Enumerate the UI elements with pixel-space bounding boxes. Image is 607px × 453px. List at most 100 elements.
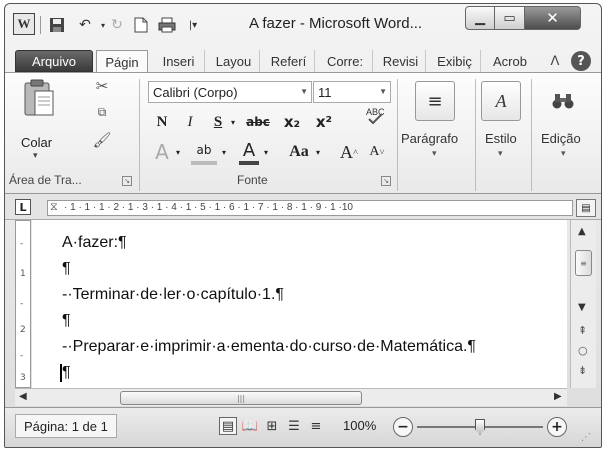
tab-home[interactable]: Págin (96, 50, 148, 73)
scroll-right-icon[interactable]: ▶ (554, 391, 562, 402)
change-case-dropdown-icon[interactable]: ▾ (313, 139, 323, 165)
text-effects-button[interactable]: A (151, 139, 173, 165)
binoculars-icon[interactable] (543, 81, 583, 121)
subscript-button[interactable]: x₂ (281, 111, 303, 133)
superscript-button[interactable]: x² (313, 111, 335, 133)
vertical-scroll-thumb[interactable]: ≡ (575, 250, 592, 276)
editing-dropdown-icon[interactable]: ▾ (561, 149, 566, 159)
title-bar: W ↶ ▾ ↻ |▾ A fazer - Microsoft Word... ▁… (5, 4, 601, 46)
view-ruler-icon[interactable]: ▤ (576, 199, 596, 217)
font-size-combo[interactable]: 11 ▼ (313, 81, 391, 103)
new-document-icon[interactable] (131, 15, 151, 35)
bold-button[interactable]: N (153, 111, 171, 133)
styles-icon[interactable]: A (481, 81, 521, 121)
styles-button[interactable]: Estilo (485, 131, 517, 146)
document-line[interactable]: ¶ (62, 312, 71, 330)
font-color-button[interactable]: A (239, 139, 259, 165)
tab-references[interactable]: Referí (263, 50, 315, 72)
copy-icon[interactable]: ⧉ (93, 103, 111, 121)
italic-button[interactable]: I (181, 111, 199, 133)
scroll-up-icon[interactable]: ▲ (578, 226, 586, 237)
scroll-down-icon[interactable]: ▼ (578, 302, 586, 313)
maximize-button[interactable]: ▭ (495, 6, 525, 30)
tab-insert[interactable]: Inseri (153, 50, 205, 72)
close-button[interactable]: ✕ (525, 6, 581, 30)
change-case-button[interactable]: Aa (285, 139, 313, 165)
horizontal-scroll-thumb[interactable]: ||| (120, 391, 362, 405)
paste-icon[interactable] (23, 79, 55, 119)
draft-view-icon[interactable]: ≡ (307, 417, 325, 435)
zoom-out-icon[interactable]: − (393, 417, 413, 437)
format-painter-icon[interactable]: 🖌 (92, 131, 111, 149)
document-line[interactable]: ¶ (62, 260, 71, 278)
document-line[interactable]: -·Preparar·e·imprimir·a·ementa·do·curso·… (62, 338, 476, 356)
next-page-icon[interactable]: ⇟ (578, 364, 587, 377)
paragraph-button[interactable]: Parágrafo (401, 131, 458, 146)
previous-page-icon[interactable]: ⇞ (578, 324, 587, 337)
paragraph-dropdown-icon[interactable]: ▾ (432, 149, 437, 159)
highlight-button[interactable]: ab (191, 139, 217, 165)
zoom-slider-thumb[interactable] (475, 419, 485, 435)
clear-formatting-icon[interactable]: ABC (363, 105, 387, 127)
horizontal-scrollbar[interactable]: ◀ ||| ▶ (15, 388, 567, 406)
grow-font-button[interactable]: A ˄ (339, 139, 359, 165)
paste-dropdown-icon[interactable]: ▾ (33, 151, 38, 161)
styles-dropdown-icon[interactable]: ▾ (498, 149, 503, 159)
highlight-dropdown-icon[interactable]: ▾ (219, 139, 229, 165)
vruler-tick: - (20, 351, 24, 361)
shrink-font-label: A (369, 144, 380, 159)
redo-icon[interactable]: ↻ (107, 15, 127, 35)
clipboard-launcher-icon[interactable]: ↘ (122, 176, 132, 186)
page-count[interactable]: Página: 1 de 1 (15, 414, 117, 438)
shrink-font-button[interactable]: A ˅ (367, 139, 387, 165)
vruler-tick: - (20, 299, 24, 309)
document-line[interactable]: -·Terminar·de·ler·o·capítulo·1.¶ (62, 286, 284, 304)
underline-button[interactable]: S (209, 111, 227, 133)
select-browse-object-icon[interactable]: ○ (578, 344, 588, 357)
vertical-scrollbar[interactable]: ▲ ≡ ▼ ⇞ ○ ⇟ (570, 220, 596, 388)
tab-stop-selector[interactable]: L (15, 199, 31, 215)
word-app-icon[interactable]: W (13, 13, 35, 35)
tab-file[interactable]: Arquivo (15, 50, 93, 72)
print-layout-view-icon[interactable]: ▤ (219, 417, 237, 435)
tab-review[interactable]: Revisi (376, 50, 426, 72)
ruler-row: L ⧖ · 1 · 1 · 1 · 2 · 1 · 3 · 1 · 4 · 1 … (5, 194, 601, 220)
resize-grip-icon[interactable]: ⋰ (581, 432, 591, 443)
paragraph-icon[interactable]: ≡ (415, 81, 455, 121)
document-line[interactable]: A·fazer:¶ (62, 234, 127, 252)
underline-dropdown-icon[interactable]: ▾ (227, 111, 239, 133)
group-separator (531, 79, 532, 191)
tab-acrobat[interactable]: Acrob (484, 50, 536, 72)
tab-mailings[interactable]: Corre: (318, 50, 373, 72)
minimize-button[interactable]: ▁ (465, 6, 495, 30)
undo-icon[interactable]: ↶ (75, 15, 95, 35)
save-icon[interactable] (47, 15, 67, 35)
document-page[interactable]: A·fazer:¶ ¶ -·Terminar·de·ler·o·capítulo… (32, 220, 567, 388)
font-color-dropdown-icon[interactable]: ▾ (261, 139, 271, 165)
scroll-left-icon[interactable]: ◀ (19, 391, 27, 402)
tab-page-layout[interactable]: Layou (208, 50, 260, 72)
web-layout-icon[interactable]: ⊞ (263, 417, 281, 435)
paste-button[interactable]: Colar (21, 135, 52, 150)
document-line[interactable]: ¶ (62, 364, 71, 382)
editing-button[interactable]: Edição (541, 131, 581, 146)
full-screen-reading-icon[interactable]: 📖 (241, 417, 259, 435)
font-launcher-icon[interactable]: ↘ (381, 176, 391, 186)
outline-view-icon[interactable]: ☰ (285, 417, 303, 435)
horizontal-ruler[interactable]: ⧖ · 1 · 1 · 1 · 2 · 1 · 3 · 1 · 4 · 1 · … (47, 200, 573, 216)
status-bar: Página: 1 de 1 ▤ 📖 ⊞ ☰ ≡ 100% − + ⋰ (5, 407, 601, 447)
zoom-in-icon[interactable]: + (547, 417, 567, 437)
indent-marker-icon[interactable]: ⧖ (50, 201, 58, 214)
vruler-tick: - (20, 239, 24, 249)
window-title: A fazer - Microsoft Word... (249, 15, 423, 32)
tab-view[interactable]: Exibiç (429, 50, 481, 72)
zoom-level[interactable]: 100% (343, 418, 376, 433)
text-effects-dropdown-icon[interactable]: ▾ (173, 139, 183, 165)
collapse-ribbon-icon[interactable]: ᐱ (546, 52, 564, 70)
quick-print-icon[interactable] (157, 15, 177, 35)
customize-qat-icon[interactable]: |▾ (183, 15, 203, 35)
cut-icon[interactable]: ✂ (93, 77, 111, 95)
strikethrough-button[interactable]: abc (243, 111, 273, 133)
help-icon[interactable]: ? (571, 51, 591, 71)
font-name-combo[interactable]: Calibri (Corpo) ▼ (148, 81, 312, 103)
